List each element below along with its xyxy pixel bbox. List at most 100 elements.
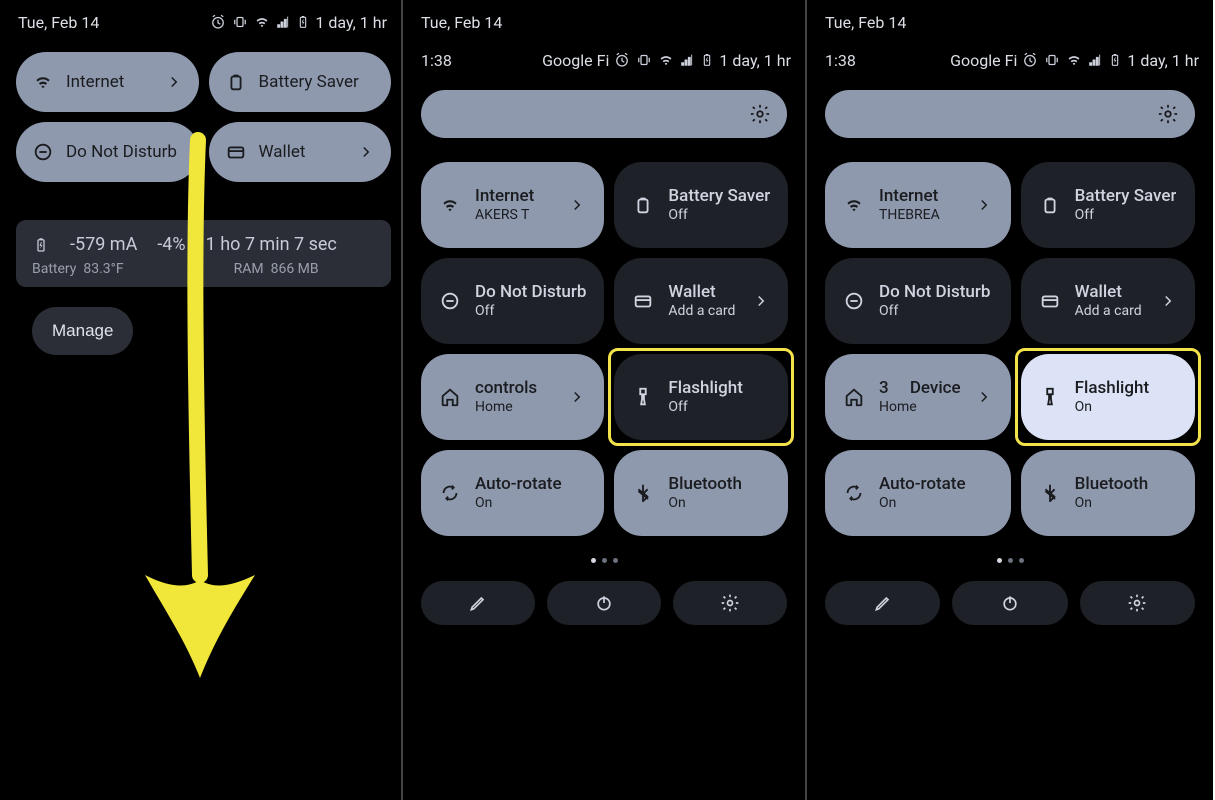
tile-wallet[interactable]: WalletAdd a card (1021, 258, 1195, 344)
tile-subtitle: Add a card (668, 303, 735, 319)
signal-icon (275, 14, 291, 30)
tile-subtitle: Off (475, 303, 586, 319)
carrier-label: Google Fi (950, 51, 1017, 70)
tile-dnd[interactable]: Do Not DisturbOff (825, 258, 1011, 344)
bluetooth-icon (1039, 482, 1061, 504)
settings-button[interactable] (1080, 581, 1195, 625)
alarm-icon (613, 51, 631, 69)
tile-title: Internet (879, 187, 940, 207)
status-time-remaining: 1 day, 1 hr (719, 51, 791, 70)
tile-internet[interactable]: InternetTHEBREA (825, 162, 1011, 248)
status-bar: Tue, Feb 14 1 day, 1 hr (0, 0, 401, 40)
battery-icon (1039, 194, 1061, 216)
ram-value: 866 MB (271, 261, 319, 277)
status-icons: Google Fi 1 day, 1 hr (950, 51, 1199, 70)
tile-dnd[interactable]: Do Not Disturb (16, 122, 199, 182)
bluetooth-icon (632, 482, 654, 504)
battery-charging-icon (295, 14, 311, 30)
quick-settings-grid: InternetAKERS T Battery SaverOff Do Not … (421, 162, 787, 536)
battery-charging-icon (32, 236, 50, 254)
tile-internet[interactable]: Internet (16, 52, 199, 112)
tile-label: Wallet (259, 142, 306, 162)
battery-status-card[interactable]: -579 mA -4% 1 ho 7 min 7 sec Battery 83.… (16, 220, 391, 287)
power-button[interactable] (952, 581, 1067, 625)
settings-button[interactable] (673, 581, 787, 625)
tile-subtitle: Off (879, 303, 990, 319)
tile-subtitle: On (475, 495, 562, 511)
tile-title: Internet (475, 187, 534, 207)
quick-settings-mini: Internet Battery Saver Do Not Disturb Wa… (0, 40, 401, 186)
tile-title: Bluetooth (1075, 475, 1149, 495)
tile-wallet[interactable]: Wallet (209, 122, 392, 182)
status-time-remaining: 1 day, 1 hr (315, 13, 387, 32)
status-time-remaining: 1 day, 1 hr (1127, 51, 1199, 70)
battery-temp-label: Battery (32, 261, 76, 277)
chevron-right-icon (165, 73, 183, 91)
tile-bluetooth[interactable]: BluetoothOn (614, 450, 788, 536)
battery-current: -579 mA (70, 234, 137, 255)
tile-subtitle: AKERS T (475, 207, 534, 223)
panel-flashlight-on: Tue, Feb 14 1:38 Google Fi 1 day, 1 hr I… (807, 0, 1213, 800)
tile-battery-saver[interactable]: Battery SaverOff (614, 162, 788, 248)
edit-tiles-button[interactable] (421, 581, 535, 625)
dnd-icon (843, 290, 865, 312)
wifi-icon (1065, 51, 1083, 69)
power-icon (1000, 593, 1020, 613)
tile-battery-saver[interactable]: Battery SaverOff (1021, 162, 1195, 248)
status-bar: Tue, Feb 14 (403, 0, 805, 40)
tile-internet[interactable]: InternetAKERS T (421, 162, 604, 248)
brightness-slider[interactable] (825, 90, 1195, 138)
chevron-right-icon (357, 143, 375, 161)
bottom-action-row (421, 581, 787, 625)
power-icon (594, 593, 614, 613)
panel-flashlight-off: Tue, Feb 14 1:38 Google Fi 1 day, 1 hr I… (403, 0, 807, 800)
tile-battery-saver[interactable]: Battery Saver (209, 52, 392, 112)
tile-flashlight[interactable]: FlashlightOn (1021, 354, 1195, 440)
edit-icon (468, 593, 488, 613)
vibrate-icon (231, 13, 249, 31)
battery-temp-value: 83.3°F (83, 261, 123, 277)
tile-subtitle: Off (668, 399, 742, 415)
tile-device-controls[interactable]: controlsHome (421, 354, 604, 440)
tile-title: Flashlight (1075, 379, 1149, 399)
tile-title: 3 Device (879, 379, 961, 399)
edit-tiles-button[interactable] (825, 581, 940, 625)
panel-notifications: Tue, Feb 14 1 day, 1 hr Internet Battery… (0, 0, 403, 800)
tile-label: Internet (66, 72, 124, 92)
tile-label: Battery Saver (259, 72, 359, 92)
signal-icon (1087, 52, 1103, 68)
tile-flashlight[interactable]: FlashlightOff (614, 354, 788, 440)
tile-device-controls[interactable]: 3 DeviceHome (825, 354, 1011, 440)
gear-icon (749, 103, 771, 125)
chevron-right-icon (975, 196, 993, 214)
wifi-icon (439, 194, 461, 216)
tile-wallet[interactable]: WalletAdd a card (614, 258, 788, 344)
battery-charging-icon (699, 52, 715, 68)
tile-title: Wallet (1075, 283, 1142, 303)
power-button[interactable] (547, 581, 661, 625)
flashlight-icon (1039, 386, 1061, 408)
dnd-icon (439, 290, 461, 312)
tile-auto-rotate[interactable]: Auto-rotateOn (421, 450, 604, 536)
tile-title: Do Not Disturb (879, 283, 990, 303)
substatus-bar: 1:38 Google Fi 1 day, 1 hr (403, 40, 805, 76)
quick-settings-grid: InternetTHEBREA Battery SaverOff Do Not … (825, 162, 1195, 536)
status-date: Tue, Feb 14 (421, 13, 502, 32)
tile-title: Battery Saver (668, 187, 770, 207)
tile-title: Auto-rotate (475, 475, 562, 495)
battery-charging-icon (1107, 52, 1123, 68)
ram-label: RAM (234, 261, 264, 277)
brightness-slider[interactable] (421, 90, 787, 138)
hand-drawn-arrow-icon (130, 130, 270, 690)
battery-time: 1 ho 7 min 7 sec (206, 234, 337, 255)
chevron-right-icon (568, 196, 586, 214)
tile-bluetooth[interactable]: BluetoothOn (1021, 450, 1195, 536)
manage-button[interactable]: Manage (32, 307, 133, 355)
chevron-right-icon (568, 388, 586, 406)
bottom-action-row (825, 581, 1195, 625)
status-date: Tue, Feb 14 (18, 13, 99, 32)
tile-dnd[interactable]: Do Not DisturbOff (421, 258, 604, 344)
tile-subtitle: THEBREA (879, 207, 940, 223)
tile-auto-rotate[interactable]: Auto-rotateOn (825, 450, 1011, 536)
tile-title: Do Not Disturb (475, 283, 586, 303)
